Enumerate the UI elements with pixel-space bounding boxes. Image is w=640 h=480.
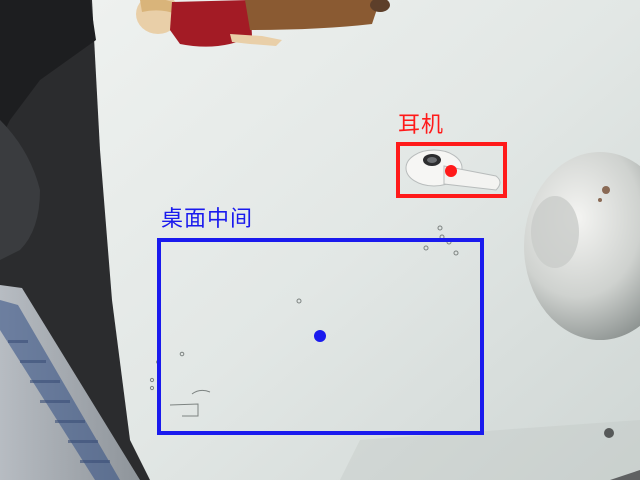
- earphone-center-dot: [445, 165, 457, 177]
- desk-center-dot: [314, 330, 326, 342]
- earphone-label: 耳机: [398, 113, 445, 138]
- desk-center-label: 桌面中间: [161, 207, 254, 232]
